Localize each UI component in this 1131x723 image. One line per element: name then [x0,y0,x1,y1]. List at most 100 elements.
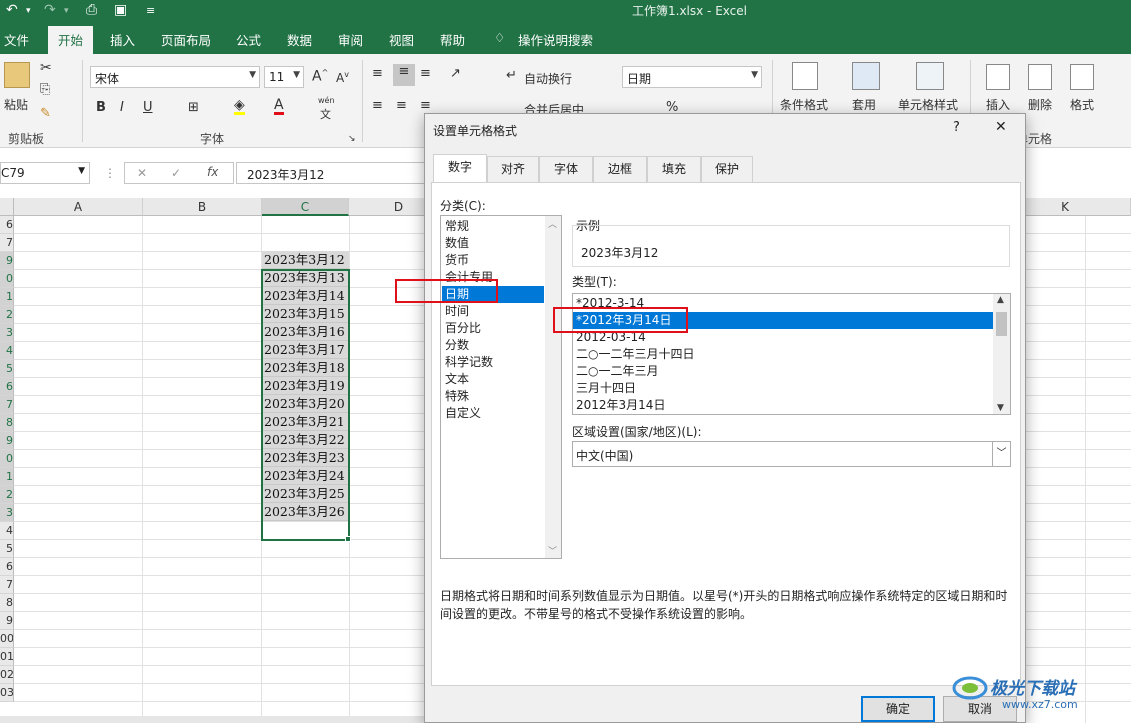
customize-toolbar-icon[interactable]: ≡ [146,4,155,17]
category-list[interactable]: 常规 数值 货币 会计专用 日期 时间 百分比 分数 科学记数 文本 特殊 自定义 ︿ ﹀ [440,215,562,559]
type-item[interactable]: 2012年3月14日 [573,397,993,414]
tab-font[interactable]: 字体 [539,156,593,182]
row-header[interactable]: 3 [0,324,14,342]
align-right-icon[interactable]: ≡ [420,98,431,113]
italic-button[interactable]: I [120,100,124,115]
category-item[interactable]: 分数 [442,337,544,354]
row-header[interactable]: 6 [0,558,14,576]
formula-input[interactable]: 2023年3月12 [236,162,426,184]
print-preview-icon[interactable]: ⎙ [86,2,97,18]
row-header[interactable]: 03 [0,684,14,702]
scroll-up-icon[interactable]: ︿ [548,217,557,230]
scroll-up-icon[interactable]: ▲ [997,295,1004,305]
font-size-select[interactable]: 11 ▼ [264,66,304,88]
align-bottom-icon[interactable]: ≡ [420,66,431,81]
tab-view[interactable]: 视图 [389,30,414,49]
redo-dropdown-icon[interactable]: ▾ [64,6,69,16]
row-header[interactable]: 2 [0,306,14,324]
insert-cells-button[interactable]: 插入 [986,96,1010,113]
row-header[interactable]: 1 [0,288,14,306]
help-button[interactable]: ? [953,120,960,135]
delete-cells-icon[interactable] [1028,64,1052,90]
row-header[interactable]: 7 [0,576,14,594]
column-header-c[interactable]: C [262,198,349,216]
category-item[interactable]: 特殊 [442,388,544,405]
category-item[interactable]: 常规 [442,218,544,235]
phonetic-char[interactable]: 文 [320,106,331,122]
align-top-icon[interactable]: ≡ [372,66,383,81]
font-name-select[interactable]: 宋体 ▼ [90,66,260,88]
category-item[interactable]: 文本 [442,371,544,388]
scroll-thumb[interactable] [996,312,1007,336]
tell-me-search[interactable]: 操作说明搜索 [518,30,593,49]
format-as-table-button[interactable]: 套用 [852,96,876,113]
tab-file[interactable]: 文件 [4,30,29,49]
align-left-icon[interactable]: ≡ [372,98,383,113]
row-header[interactable]: 3 [0,504,14,522]
row-header[interactable]: 1 [0,468,14,486]
phonetic-label[interactable]: wén [318,96,335,105]
row-header[interactable]: 00 [0,630,14,648]
row-header[interactable]: 6 [0,378,14,396]
row-header[interactable]: 9 [0,612,14,630]
tab-insert[interactable]: 插入 [110,30,135,49]
tab-home[interactable]: 开始 [48,26,94,57]
type-item[interactable]: 二○一二年三月 [573,363,993,380]
row-header[interactable]: 2 [0,486,14,504]
paste-icon[interactable] [4,62,30,88]
decrease-font-icon[interactable]: Av [336,70,349,85]
tab-help[interactable]: 帮助 [440,30,465,49]
delete-cells-button[interactable]: 删除 [1028,96,1052,113]
font-color-icon[interactable]: A [274,98,284,115]
copy-icon[interactable]: ⎘ [40,82,50,97]
save-icon[interactable]: ▣ [114,2,127,18]
conditional-format-icon[interactable] [792,62,818,90]
number-format-select[interactable]: 日期 ▼ [622,66,762,88]
fill-handle[interactable] [345,536,351,542]
row-header[interactable]: 9 [0,252,14,270]
scroll-down-icon[interactable]: ﹀ [548,544,557,557]
row-header[interactable]: 01 [0,648,14,666]
fill-color-icon[interactable]: ◈ [234,98,245,115]
enter-icon[interactable]: ✓ [171,166,181,180]
underline-button[interactable]: U [143,100,153,115]
column-header-a[interactable]: A [14,198,143,216]
format-cells-button[interactable]: 格式 [1070,96,1094,113]
row-header[interactable]: 5 [0,540,14,558]
cancel-icon[interactable]: ✕ [137,166,147,180]
wrap-text-icon[interactable]: ↵ [506,68,517,83]
row-header[interactable]: 7 [0,234,14,252]
row-header[interactable]: 7 [0,396,14,414]
category-item[interactable]: 百分比 [442,320,544,337]
row-header[interactable]: 4 [0,342,14,360]
tab-page-layout[interactable]: 页面布局 [161,30,211,49]
format-as-table-icon[interactable] [852,62,880,90]
category-item[interactable]: 时间 [442,303,544,320]
conditional-format-button[interactable]: 条件格式 [780,96,828,113]
undo-icon[interactable]: ↶ [6,2,18,18]
paste-button[interactable]: 粘贴 [4,96,28,113]
cut-icon[interactable]: ✂ [40,60,52,76]
row-header[interactable]: 6 [0,216,14,234]
tab-alignment[interactable]: 对齐 [487,156,539,182]
tab-fill[interactable]: 填充 [647,156,701,182]
format-painter-icon[interactable]: ✎ [40,106,51,121]
row-header[interactable]: 4 [0,522,14,540]
row-header[interactable]: 8 [0,414,14,432]
tab-data[interactable]: 数据 [287,30,312,49]
type-item[interactable]: 三月十四日 [573,380,993,397]
cell-styles-button[interactable]: 单元格样式 [898,96,958,113]
undo-dropdown-icon[interactable]: ▾ [26,6,31,16]
tab-formulas[interactable]: 公式 [236,30,261,49]
dialog-launcher-icon[interactable]: ↘ [348,134,356,144]
tab-review[interactable]: 审阅 [338,30,363,49]
bold-button[interactable]: B [96,100,106,115]
row-header[interactable]: 0 [0,450,14,468]
type-scrollbar[interactable]: ▲ ▼ [993,294,1010,414]
locale-select[interactable]: 中文(中国) ﹀ [572,441,1011,467]
borders-icon[interactable]: ⊞ [188,100,199,115]
chevron-down-icon[interactable]: ﹀ [992,442,1010,466]
row-header[interactable]: 5 [0,360,14,378]
close-icon[interactable]: ✕ [995,119,1007,135]
tab-border[interactable]: 边框 [593,156,647,182]
